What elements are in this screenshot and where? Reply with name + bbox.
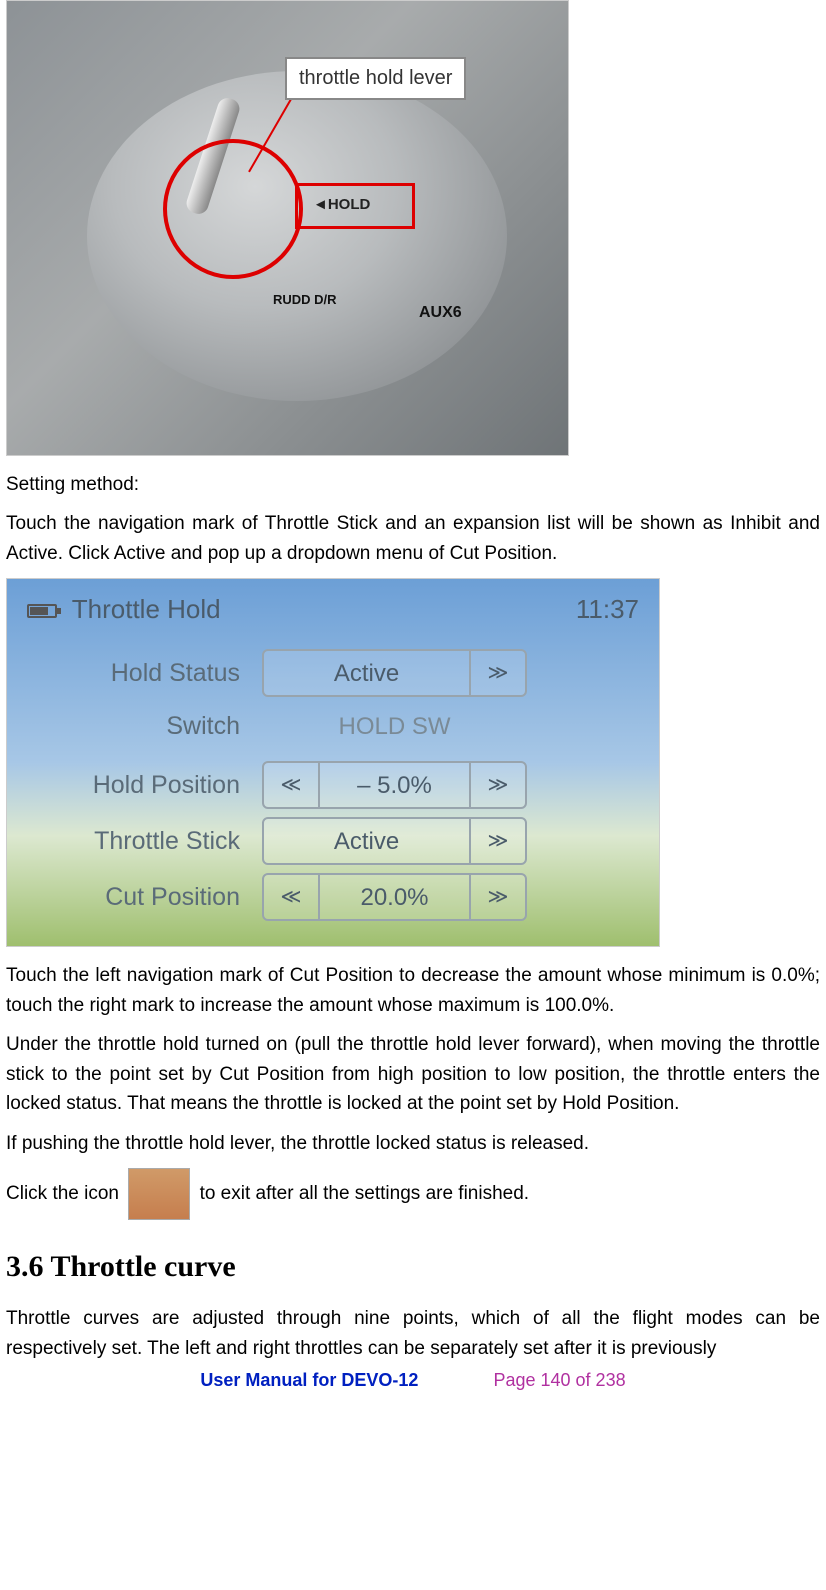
cut-position-label: Cut Position bbox=[37, 878, 262, 917]
hold-position-next-icon[interactable]: ≫ bbox=[469, 763, 525, 807]
throttle-stick-field[interactable]: Active ≫ bbox=[262, 817, 527, 865]
paragraph-6: Throttle curves are adjusted through nin… bbox=[6, 1304, 820, 1363]
hold-position-label: Hold Position bbox=[37, 766, 262, 805]
switch-label: Switch bbox=[37, 707, 262, 746]
hold-position-prev-icon[interactable]: ≪ bbox=[264, 763, 320, 807]
hold-status-field[interactable]: Active ≫ bbox=[262, 649, 527, 697]
hold-box-text: ◄HOLD bbox=[313, 193, 370, 216]
p5-text-before: Click the icon bbox=[6, 1183, 124, 1204]
lever-highlight-circle bbox=[163, 139, 303, 279]
setting-method-heading: Setting method: bbox=[6, 470, 820, 499]
footer-page-number: Page 140 of 238 bbox=[493, 1370, 625, 1390]
hold-status-next-icon[interactable]: ≫ bbox=[469, 651, 525, 695]
figure-throttle-hold-lever-photo: throttle hold lever ◄HOLD AUX6 RUDD D/R bbox=[6, 0, 569, 456]
page-footer: User Manual for DEVO-12 Page 140 of 238 bbox=[6, 1367, 820, 1395]
throttle-stick-label: Throttle Stick bbox=[37, 822, 262, 861]
hold-status-value: Active bbox=[264, 655, 469, 692]
hold-position-value: – 5.0% bbox=[320, 767, 469, 804]
cut-position-field[interactable]: ≪ 20.0% ≫ bbox=[262, 873, 527, 921]
paragraph-3: Under the throttle hold turned on (pull … bbox=[6, 1030, 820, 1118]
cut-position-prev-icon[interactable]: ≪ bbox=[264, 875, 320, 919]
screen-time: 11:37 bbox=[576, 589, 639, 629]
paragraph-2: Touch the left navigation mark of Cut Po… bbox=[6, 961, 820, 1020]
paragraph-4: If pushing the throttle hold lever, the … bbox=[6, 1129, 820, 1158]
exit-icon bbox=[128, 1168, 190, 1220]
switch-value: HOLD SW bbox=[262, 708, 527, 745]
paragraph-5: Click the icon to exit after all the set… bbox=[6, 1168, 820, 1220]
footer-manual-title: User Manual for DEVO-12 bbox=[200, 1370, 418, 1390]
hold-status-label: Hold Status bbox=[37, 654, 262, 693]
aux6-label: AUX6 bbox=[419, 301, 462, 326]
cut-position-next-icon[interactable]: ≫ bbox=[469, 875, 525, 919]
throttle-stick-next-icon[interactable]: ≫ bbox=[469, 819, 525, 863]
rudd-dr-label: RUDD D/R bbox=[273, 293, 337, 307]
figure-throttle-hold-screen: Throttle Hold 11:37 Hold Status Active ≫… bbox=[6, 578, 660, 947]
cut-position-value: 20.0% bbox=[320, 879, 469, 916]
battery-icon bbox=[27, 604, 57, 618]
throttle-stick-value: Active bbox=[264, 823, 469, 860]
screen-title: Throttle Hold bbox=[27, 589, 221, 629]
hold-position-field[interactable]: ≪ – 5.0% ≫ bbox=[262, 761, 527, 809]
section-heading-3-6: 3.6 Throttle curve bbox=[6, 1244, 820, 1291]
callout-label: throttle hold lever bbox=[285, 57, 466, 100]
p5-text-after: to exit after all the settings are finis… bbox=[200, 1183, 530, 1204]
paragraph-1: Touch the navigation mark of Throttle St… bbox=[6, 509, 820, 568]
